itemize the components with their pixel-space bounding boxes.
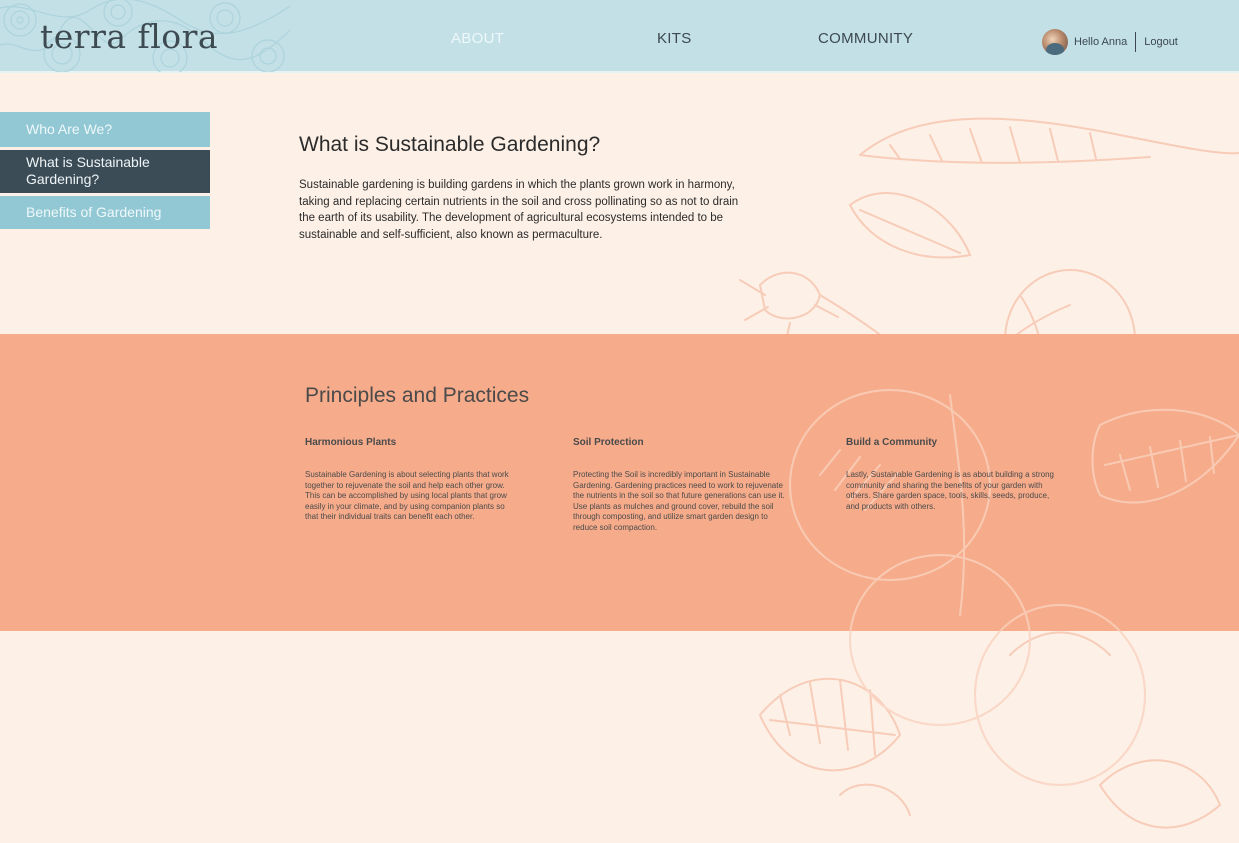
sidebar-item-sustainable-gardening[interactable]: What is Sustainable Gardening?	[0, 150, 210, 193]
logo[interactable]: terra flora	[40, 17, 218, 56]
column-body-community: Lastly, Sustainable Gardening is as abou…	[846, 470, 1054, 511]
column-body-harmonious: Sustainable Gardening is about selecting…	[305, 470, 509, 521]
avatar[interactable]	[1042, 29, 1068, 55]
column-heading-harmonious: Harmonious Plants	[305, 437, 397, 448]
nav-about[interactable]: ABOUT	[451, 30, 504, 47]
greeting-text: Hello Anna	[1074, 36, 1128, 48]
column-heading-community: Build a Community	[846, 437, 938, 448]
principles-title: Principles and Practices	[305, 384, 530, 407]
column-heading-soil: Soil Protection	[573, 437, 644, 448]
divider	[1135, 32, 1137, 52]
column-body-soil: Protecting the Soil is incredibly import…	[573, 470, 785, 532]
sidebar-item-benefits[interactable]: Benefits of Gardening	[0, 196, 210, 229]
logo-area: terra flora	[0, 0, 290, 72]
nav-kits[interactable]: KITS	[657, 30, 692, 47]
sidebar-item-who-are-we[interactable]: Who Are We?	[0, 112, 210, 147]
intro-paragraph: Sustainable gardening is building garden…	[299, 179, 739, 241]
page-title: What is Sustainable Gardening?	[299, 133, 601, 156]
logout-link[interactable]: Logout	[1144, 36, 1178, 48]
user-area: Hello Anna Logout	[1042, 28, 1178, 56]
top-navbar: terra flora ABOUT KITS COMMUNITY Hello A…	[0, 0, 1239, 73]
nav-community[interactable]: COMMUNITY	[818, 30, 913, 47]
